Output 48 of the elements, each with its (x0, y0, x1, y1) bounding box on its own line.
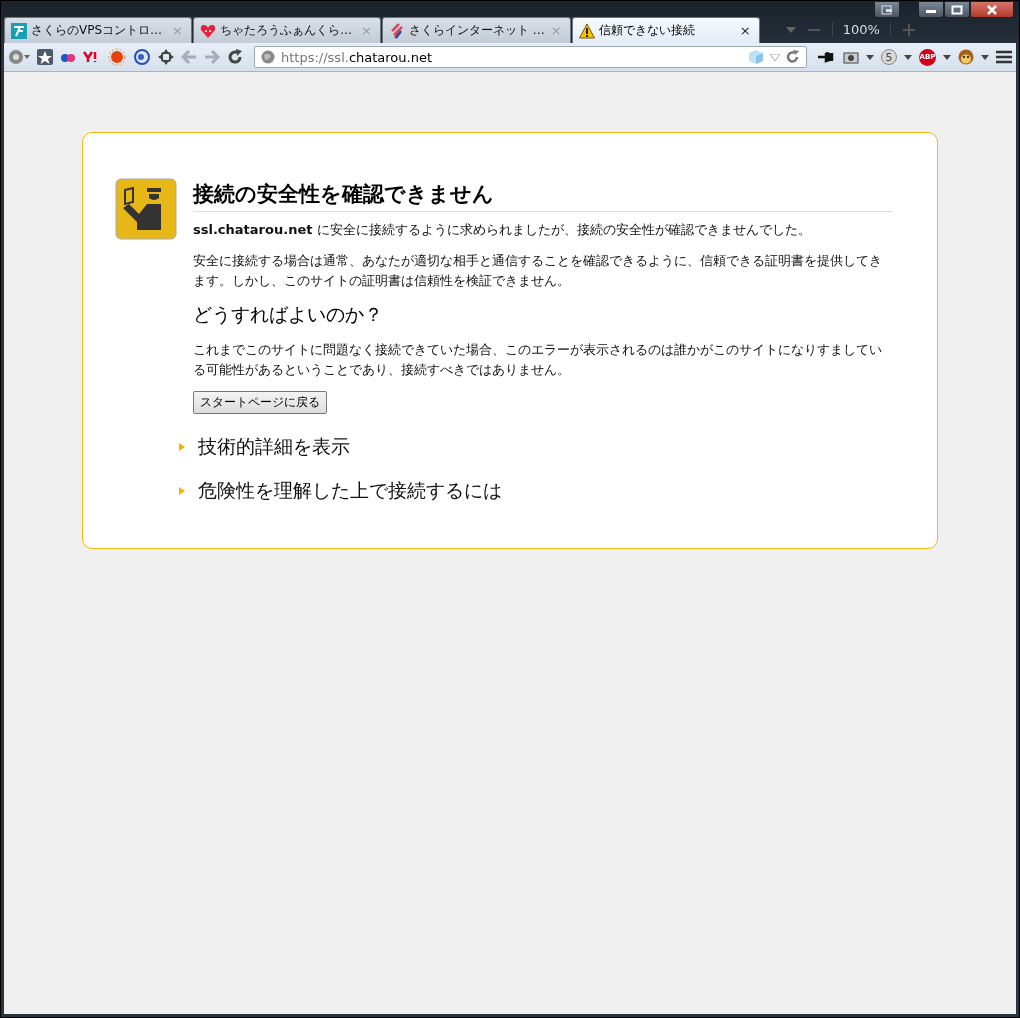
move-arrows-icon[interactable] (158, 49, 174, 65)
browser-tab[interactable]: ちゃたろうふぁんくら… × (193, 17, 381, 43)
sun-icon[interactable] (108, 48, 126, 66)
error-title: 接続の安全性を確認できません (193, 178, 893, 212)
bookmark-star-icon[interactable] (37, 49, 53, 65)
stripes-icon (389, 22, 405, 39)
close-button[interactable] (970, 1, 1014, 18)
monkey-face-icon[interactable] (958, 49, 974, 65)
reload-icon[interactable] (227, 49, 243, 65)
tab-title: さくらのVPSコントロ… (31, 22, 164, 39)
paragraph: 安全に接続する場合は通常、あなたが適切な相手と通信することを確認できるように、信頼できる証明書を提供してきます。しかし、このサイトの証明書は信頼性を検証できません。 (193, 252, 883, 290)
dropdown-icon[interactable] (943, 54, 951, 60)
camera-icon[interactable] (843, 50, 859, 64)
square-logo-icon (11, 22, 27, 39)
browser-tab[interactable]: 信頼できない接続 × (571, 17, 760, 43)
reload-icon[interactable] (786, 50, 800, 64)
expander-link[interactable]: 危険性を理解した上で接続するには (198, 478, 502, 504)
pin-icon[interactable] (818, 51, 836, 63)
tab-title: さくらインターネット … (409, 22, 545, 39)
expander-link[interactable]: 技術的詳細を表示 (198, 434, 350, 460)
browser-tab[interactable]: さくらインターネット … × (382, 17, 571, 43)
dropdown-icon[interactable] (981, 54, 989, 60)
menu-icon[interactable] (996, 50, 1012, 64)
warning-icon (578, 22, 595, 39)
zoom-level[interactable]: 100% (831, 22, 891, 37)
officer-icon (115, 178, 177, 240)
tab-close-button[interactable]: × (737, 23, 753, 38)
paragraph: ssl.chatarou.net に安全に接続するように求められましたが、接続の安全性が確認できませんでした。 (193, 221, 812, 239)
tab-groups-button[interactable] (874, 1, 900, 18)
counter-badge[interactable]: 5 (881, 49, 897, 65)
url-text: https://ssl.chatarou.net (281, 49, 433, 65)
dropdown-icon[interactable] (904, 54, 912, 60)
advice-text: これまでこのサイトに問題なく接続できていた場合、このエラーが表示されるのは誰かがこのサイトになりすましている可能性があるということであり、接続すべきではありません。 (193, 341, 883, 379)
maximize-button[interactable] (944, 1, 970, 18)
browser-tab[interactable]: さくらのVPSコントロ… × (4, 17, 192, 43)
dropdown-icon[interactable] (866, 54, 874, 60)
heart-icon (200, 22, 216, 39)
start-page-button[interactable]: スタートページに戻る (193, 391, 327, 414)
tab-title: ちゃたろうふぁんくら… (220, 22, 353, 39)
close-icon (986, 4, 998, 15)
cube-icon (748, 49, 764, 65)
history-menu-icon[interactable] (8, 49, 30, 65)
minimize-button[interactable] (918, 1, 944, 18)
tab-groups-icon (881, 4, 893, 15)
section-heading: どうすればよいのか？ (193, 302, 383, 327)
tab-title: 信頼できない接続 (598, 22, 696, 39)
address-bar[interactable]: https://ssl.chatarou.net (254, 46, 807, 68)
maximize-icon (951, 4, 963, 15)
